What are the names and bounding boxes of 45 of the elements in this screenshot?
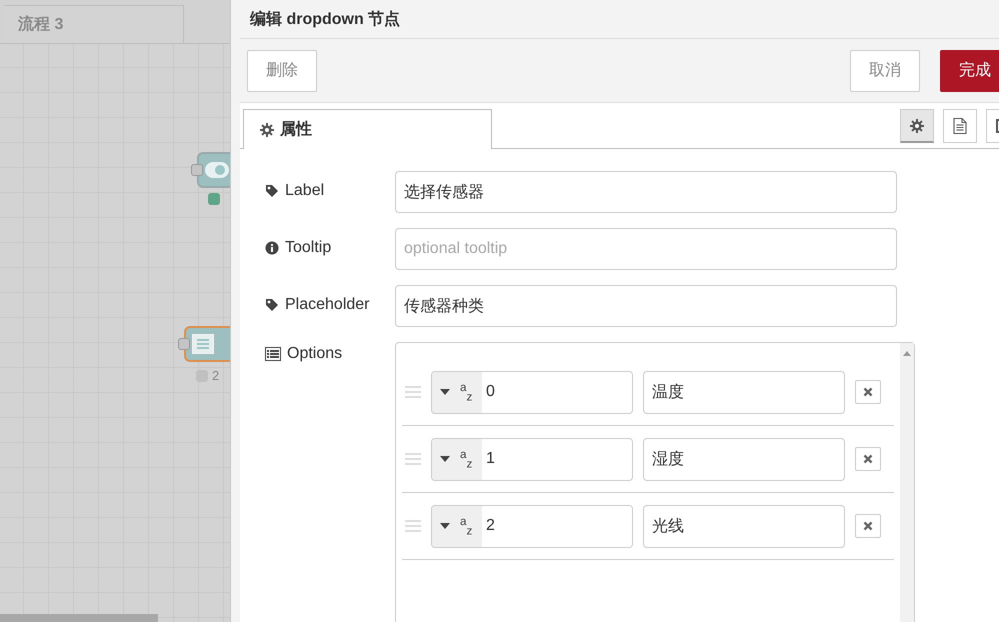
caret-icon — [440, 523, 450, 529]
input-field[interactable]: 光线 — [643, 504, 845, 548]
document-icon — [953, 118, 967, 134]
gear-icon — [260, 122, 274, 136]
remove-button[interactable] — [855, 380, 881, 404]
input-field[interactable]: 选择传感器 — [395, 171, 897, 213]
toggle-icon — [205, 162, 229, 178]
remove-button[interactable] — [855, 514, 881, 538]
input-field[interactable]: 传感器种类 — [395, 285, 897, 327]
close-icon — [863, 387, 873, 397]
cancel-button[interactable]: 取消 — [850, 50, 920, 92]
caret-icon — [440, 389, 450, 395]
drag-handle-icon — [405, 386, 421, 398]
field-label: Tooltip — [285, 239, 332, 257]
list-icon — [192, 334, 214, 354]
delete-button[interactable]: 删除 — [247, 50, 317, 92]
info-icon — [265, 241, 279, 255]
input-field[interactable]: optional tooltip — [395, 228, 897, 270]
input-field[interactable]: 温度 — [643, 370, 845, 414]
scrollbar[interactable] — [900, 343, 914, 622]
dialog-title: 编辑 dropdown 节点 — [250, 9, 400, 30]
field-label: Options — [287, 345, 342, 363]
scrollbar-thumb[interactable] — [0, 614, 158, 622]
caret-icon — [440, 456, 450, 462]
done-button[interactable]: 完成 — [940, 50, 999, 92]
tag-icon — [265, 184, 279, 198]
close-icon — [863, 521, 873, 531]
tag-icon — [265, 298, 279, 312]
list-icon — [265, 347, 281, 361]
drag-handle-icon — [405, 520, 421, 532]
flow-node[interactable] — [184, 326, 230, 362]
scroll-up-icon — [903, 351, 911, 356]
gear-icon — [910, 118, 924, 132]
drag-handle-icon — [405, 453, 421, 465]
properties-tab[interactable]: 属性 — [243, 109, 492, 149]
input-port — [178, 338, 190, 350]
field-label: Label — [285, 182, 324, 200]
input-field[interactable]: 湿度 — [643, 438, 845, 480]
side-tab[interactable] — [943, 109, 977, 143]
remove-button[interactable] — [855, 447, 881, 471]
close-icon — [863, 454, 873, 464]
input-port — [191, 164, 203, 176]
field-label: Placeholder — [285, 296, 370, 314]
status-text: 2 — [212, 368, 220, 383]
side-tab[interactable] — [900, 109, 934, 143]
